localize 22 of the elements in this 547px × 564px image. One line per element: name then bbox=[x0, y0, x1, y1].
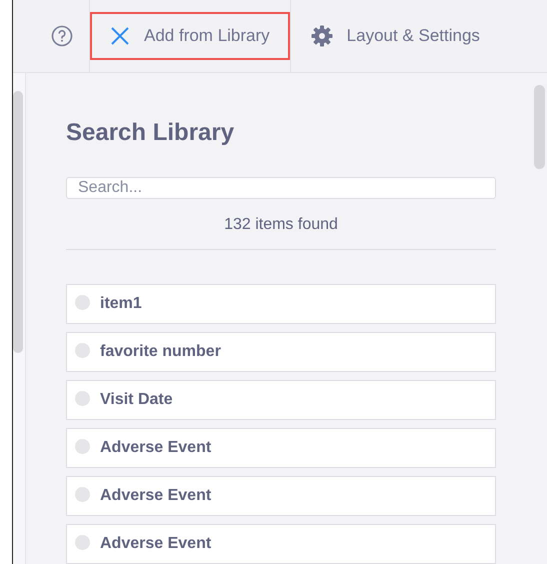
tab[interactable]: Add from Library bbox=[90, 12, 290, 60]
radio-dot[interactable] bbox=[75, 439, 90, 454]
library-item[interactable]: favorite number bbox=[66, 332, 496, 372]
help-icon bbox=[51, 25, 73, 47]
radio-dot[interactable] bbox=[75, 487, 90, 502]
library-item[interactable]: item1 bbox=[66, 284, 496, 324]
scrollbar-thumb[interactable] bbox=[13, 91, 23, 353]
library-item[interactable]: Adverse Event bbox=[66, 428, 496, 468]
radio-dot[interactable] bbox=[75, 391, 90, 406]
close-icon bbox=[110, 26, 130, 46]
result-count: 132 items found bbox=[223, 216, 339, 234]
radio-dot[interactable] bbox=[75, 343, 90, 358]
library-item[interactable]: Adverse Event bbox=[66, 476, 496, 516]
panel-title: Search Library bbox=[66, 119, 236, 147]
search-field[interactable]: Search... bbox=[66, 177, 496, 199]
tab[interactable]: Layout & Settings bbox=[290, 12, 500, 60]
radio-dot[interactable] bbox=[75, 295, 90, 310]
library-item[interactable]: Visit Date bbox=[66, 380, 496, 420]
scrollbar-thumb[interactable] bbox=[534, 85, 545, 169]
library-item[interactable]: Adverse Event bbox=[66, 524, 496, 564]
gear-icon bbox=[310, 25, 333, 47]
radio-dot[interactable] bbox=[75, 535, 90, 550]
